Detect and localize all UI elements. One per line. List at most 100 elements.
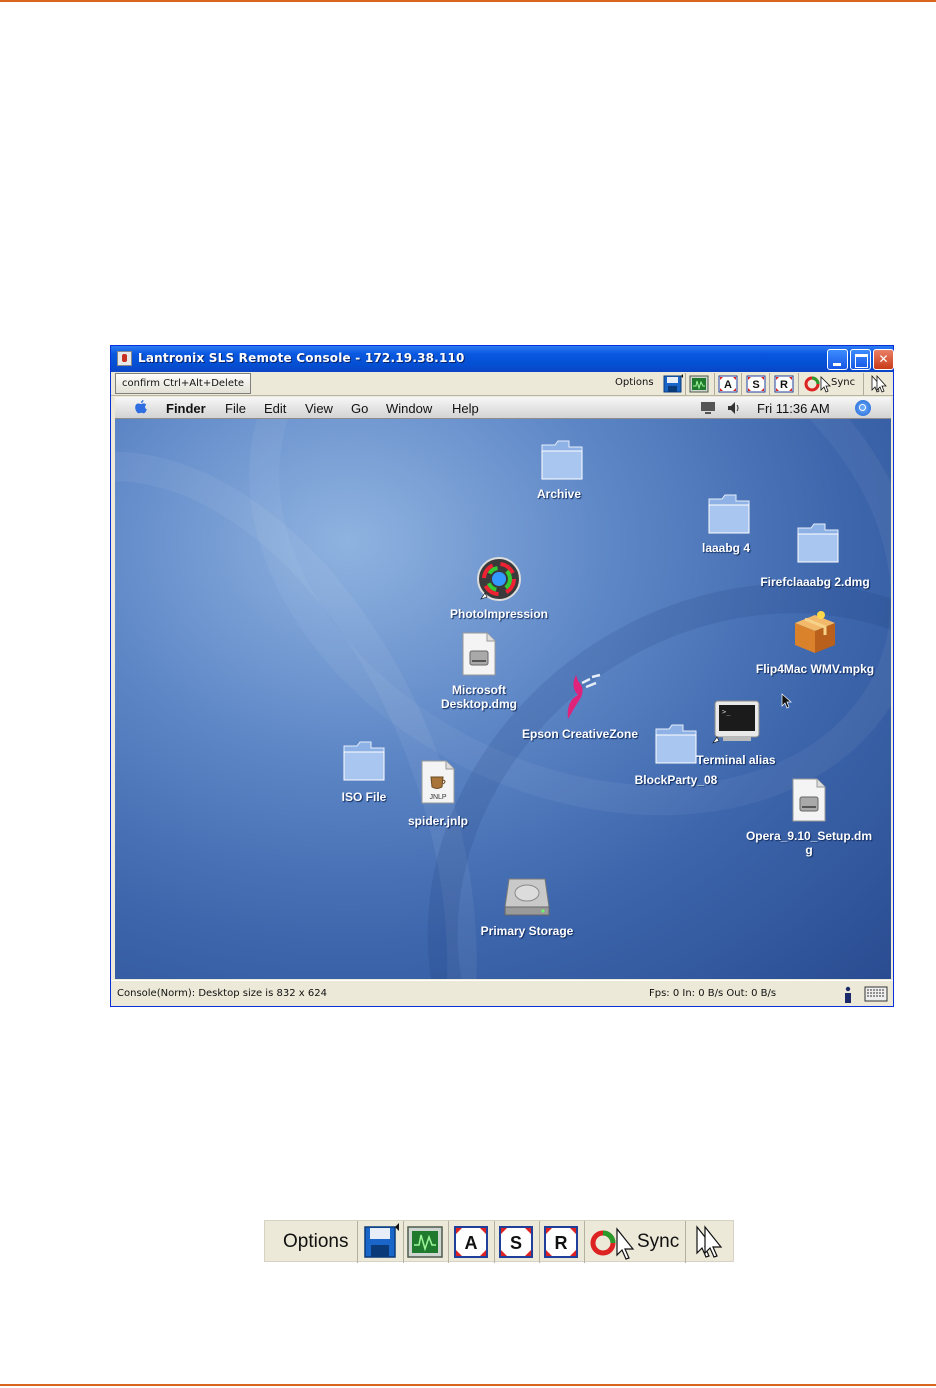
desktop-icon-iso-file[interactable]: ISO File <box>341 738 387 804</box>
s-letter-zoomed: S <box>510 1233 522 1253</box>
document-page: Lantronix SLS Remote Console - 172.19.38… <box>0 0 936 1388</box>
cursor-icon[interactable] <box>868 374 890 394</box>
desktop-icon-firefclaaabg-2[interactable]: Firefclaaabg 2.dmg <box>760 520 870 589</box>
display-menu-icon[interactable] <box>700 401 716 415</box>
toolbar-separator <box>584 1221 585 1263</box>
refresh-r-icon[interactable]: R <box>773 374 795 394</box>
jnlp-badge: JNLP <box>429 794 446 801</box>
bottom-rule <box>0 1384 936 1386</box>
desktop-icon-flip4mac[interactable]: Flip4Mac WMV.mpkg <box>756 609 874 676</box>
options-label-zoomed[interactable]: Options <box>283 1231 348 1253</box>
monitor-icon[interactable] <box>688 374 710 394</box>
save-icon-zoomed[interactable] <box>361 1223 401 1261</box>
menu-finder[interactable]: Finder <box>166 401 206 416</box>
mac-menu-bar: Finder File Edit View Go Window Help Fri… <box>115 397 891 419</box>
console-toolbar: confirm Ctrl+Alt+Delete Options A S R Sy… <box>111 372 893 396</box>
desktop-icon-microsoft-desktop-dmg[interactable]: Microsoft Desktop.dmg <box>441 631 517 711</box>
scale-s-icon-zoomed[interactable]: S <box>496 1223 536 1261</box>
remote-console-window: Lantronix SLS Remote Console - 172.19.38… <box>110 345 894 1007</box>
menu-clock[interactable]: Fri 11:36 AM <box>757 401 830 416</box>
desktop-icon-primary-storage[interactable]: Primary Storage <box>481 871 573 938</box>
auto-adjust-a-icon-zoomed[interactable]: A <box>451 1223 491 1261</box>
folder-icon <box>541 440 583 480</box>
r-letter-zoomed: R <box>555 1233 568 1253</box>
toolbar-separator <box>685 373 686 395</box>
confirm-ctrl-alt-delete-button[interactable]: confirm Ctrl+Alt+Delete <box>115 373 252 394</box>
s-letter: S <box>752 379 759 391</box>
toolbar-separator <box>494 1221 495 1263</box>
icon-label: Firefclaaabg 2.dmg <box>760 575 870 589</box>
desktop-icon-blockparty-08[interactable]: BlockParty_08 <box>635 721 717 787</box>
folder-icon <box>343 741 385 781</box>
a-letter: A <box>724 379 732 391</box>
desktop-icon-opera-setup-dmg[interactable]: Opera_9.10_Setup.dm g <box>746 777 872 857</box>
zoomed-toolbar: Options A S R Sync <box>264 1220 734 1263</box>
icon-label: Flip4Mac WMV.mpkg <box>755 662 875 676</box>
desktop-icon-terminal-alias[interactable]: >_ Terminal alias <box>696 699 776 767</box>
hard-drive-icon <box>504 878 550 916</box>
minimize-button[interactable] <box>827 349 848 370</box>
folder-icon <box>708 494 750 534</box>
menu-go[interactable]: Go <box>351 401 368 416</box>
icon-label: BlockParty_08 <box>634 773 718 787</box>
jnlp-file-icon: JNLP <box>421 760 455 804</box>
keyboard-icon[interactable] <box>863 983 888 1005</box>
package-icon <box>795 611 835 653</box>
menu-help[interactable]: Help <box>452 401 479 416</box>
terminal-icon: >_ <box>712 700 760 744</box>
toolbar-separator <box>714 373 715 395</box>
desktop-icon-archive[interactable]: Archive <box>537 437 583 501</box>
a-letter-zoomed: A <box>465 1233 478 1253</box>
menu-view[interactable]: View <box>305 401 333 416</box>
options-label[interactable]: Options <box>615 377 654 388</box>
toolbar-separator <box>539 1221 540 1263</box>
icon-label: PhotoImpression <box>449 607 549 621</box>
disk-image-icon <box>792 778 826 822</box>
menu-file[interactable]: File <box>225 401 246 416</box>
sync-button[interactable]: Sync <box>803 374 859 394</box>
folder-icon <box>655 724 697 764</box>
menu-window[interactable]: Window <box>386 401 432 416</box>
spotlight-search-icon[interactable] <box>855 400 871 416</box>
icon-label: Archive <box>536 487 582 501</box>
info-icon[interactable] <box>837 983 859 1005</box>
close-button[interactable]: ✕ <box>873 349 894 370</box>
icon-label-line2: g <box>805 843 813 857</box>
toolbar-separator <box>403 1221 404 1263</box>
toolbar-separator <box>798 373 799 395</box>
sync-label: Sync <box>831 377 856 388</box>
volume-icon[interactable] <box>726 401 742 415</box>
toolbar-separator <box>685 1221 686 1263</box>
remote-desktop-screen[interactable]: Finder File Edit View Go Window Help Fri… <box>115 397 891 979</box>
toolbar-separator <box>448 1221 449 1263</box>
apple-menu-icon[interactable] <box>134 400 148 415</box>
scale-s-icon[interactable]: S <box>745 374 767 394</box>
desktop-icon-spider-jnlp[interactable]: JNLP spider.jnlp <box>408 759 468 828</box>
icon-label: Opera_9.10_Setup.dm <box>745 829 873 843</box>
svg-text:>_: >_ <box>722 708 731 716</box>
toolbar-separator <box>863 373 864 395</box>
status-desktop-size: Console(Norm): Desktop size is 832 x 624 <box>117 988 327 999</box>
menu-edit[interactable]: Edit <box>264 401 286 416</box>
status-bar: Console(Norm): Desktop size is 832 x 624… <box>111 980 893 1006</box>
toolbar-separator <box>769 373 770 395</box>
save-icon[interactable] <box>662 374 684 394</box>
icon-label: laaabg 4 <box>701 541 751 555</box>
auto-adjust-a-icon[interactable]: A <box>717 374 739 394</box>
disk-image-icon <box>462 632 496 676</box>
title-bar[interactable]: Lantronix SLS Remote Console - 172.19.38… <box>111 346 894 372</box>
cursor-icon-zoomed[interactable] <box>691 1223 731 1261</box>
maximize-button[interactable] <box>850 349 871 370</box>
photoimpression-app-icon <box>477 557 521 601</box>
desktop-icon-laaabg-4[interactable]: laaabg 4 <box>702 491 750 555</box>
status-fps: Fps: 0 In: 0 B/s Out: 0 B/s <box>649 988 777 999</box>
top-rule <box>0 0 936 2</box>
java-app-icon <box>117 351 132 366</box>
desktop-icon-photoimpression[interactable]: PhotoImpression <box>450 555 548 621</box>
folder-icon <box>797 523 839 563</box>
icon-label: Primary Storage <box>480 924 574 938</box>
desktop-icon-epson-creativezone[interactable]: Epson CreativeZone <box>522 671 638 741</box>
monitor-icon-zoomed[interactable] <box>405 1223 445 1261</box>
epson-app-icon <box>567 673 601 719</box>
refresh-r-icon-zoomed[interactable]: R <box>541 1223 581 1261</box>
